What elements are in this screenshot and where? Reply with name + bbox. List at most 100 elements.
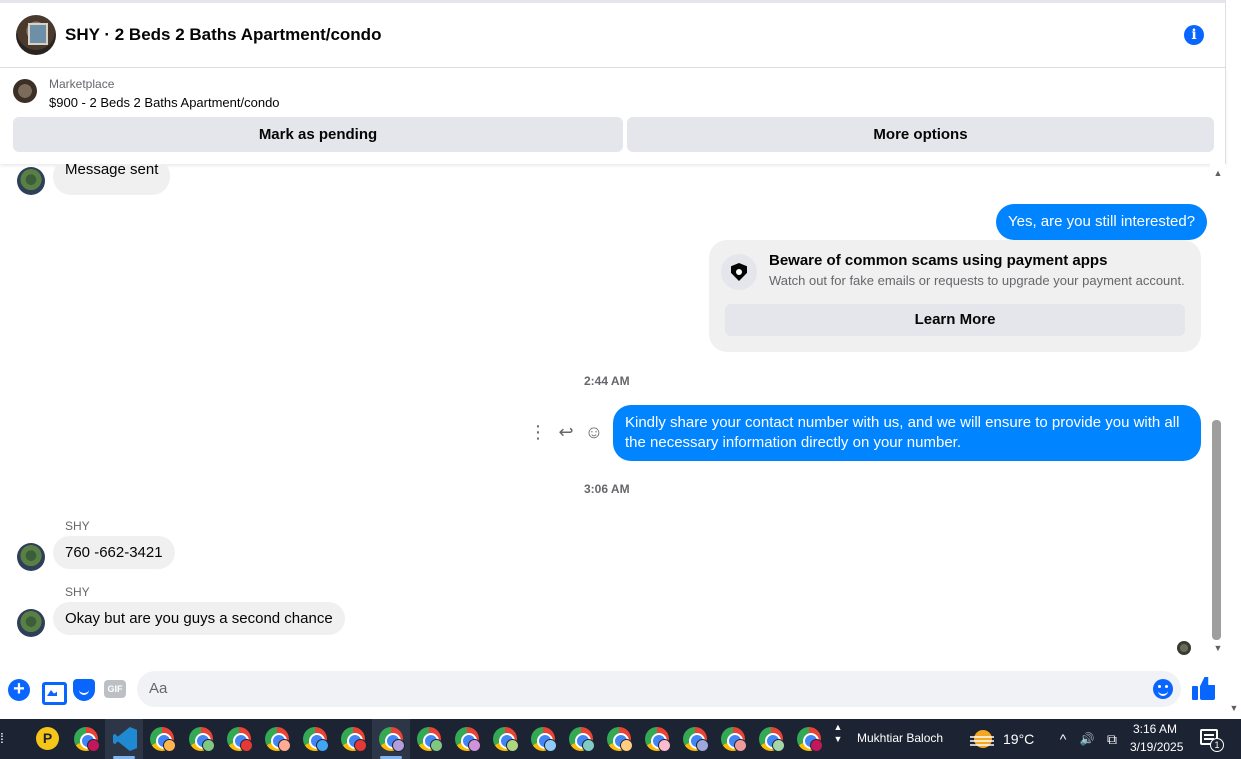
marketplace-label: Marketplace <box>49 77 115 91</box>
taskbar-app-yellow[interactable]: P <box>28 719 66 759</box>
profile-badge-icon <box>202 739 215 752</box>
taskbar-app-chrome[interactable] <box>258 719 296 759</box>
message-bubble-outgoing: Yes, are you still interested? <box>996 204 1208 240</box>
task-view-icon[interactable]: ⁞ <box>0 730 8 748</box>
profile-badge-icon <box>278 739 291 752</box>
seen-indicator-avatar <box>1177 641 1191 655</box>
profile-badge-icon <box>430 739 443 752</box>
profile-badge-icon <box>810 739 823 752</box>
scrollbar-thumb[interactable] <box>1212 420 1221 640</box>
scroll-up-arrow-icon[interactable]: ▲ <box>1212 168 1224 178</box>
avatar[interactable] <box>17 167 45 195</box>
taskbar-app-chrome[interactable] <box>410 719 448 759</box>
more-options-button[interactable]: More options <box>627 117 1214 152</box>
volume-icon[interactable]: 🔊 <box>1077 729 1097 749</box>
taskbar-app-chrome[interactable] <box>714 719 752 759</box>
message-input-placeholder: Aa <box>149 680 168 697</box>
message-bubble-outgoing: Kindly share your contact number with us… <box>613 405 1201 461</box>
messenger-window: SHY · 2 Beds 2 Baths Apartment/condo i M… <box>0 0 1241 759</box>
avatar[interactable] <box>17 543 45 571</box>
message-timestamp: 2:44 AM <box>584 374 630 388</box>
avatar[interactable] <box>17 609 45 637</box>
conversation-title[interactable]: SHY · 2 Beds 2 Baths Apartment/condo <box>65 25 381 45</box>
profile-badge-icon <box>506 739 519 752</box>
tray-chevron-icon[interactable]: ^ <box>1055 729 1071 749</box>
taskbar-app-chrome[interactable] <box>334 719 372 759</box>
taskbar-app-chrome[interactable] <box>143 719 181 759</box>
notification-count: 1 <box>1210 738 1224 752</box>
message-bubble-incoming: Okay but are you guys a second chance <box>53 602 345 635</box>
taskbar-app-chrome[interactable] <box>182 719 220 759</box>
taskbar-app-chrome[interactable] <box>372 719 410 759</box>
windows-taskbar: ⁞ P ▲ ▼ Mukhtiar Baloch 19°C ^ 🔊 ⧉ 3:16 A… <box>0 719 1241 759</box>
profile-badge-icon <box>620 739 633 752</box>
reply-icon[interactable]: ↩ <box>556 420 576 444</box>
taskbar-app-chrome[interactable] <box>448 719 486 759</box>
message-timestamp: 3:06 AM <box>584 482 630 496</box>
emoji-icon[interactable] <box>1153 679 1173 699</box>
plus-icon[interactable]: + <box>8 679 30 701</box>
message-bubble-incoming: 760 -662-3421 <box>53 536 175 569</box>
sender-name: SHY <box>65 585 90 599</box>
profile-badge-icon <box>240 739 253 752</box>
taskbar-app-chrome[interactable] <box>524 719 562 759</box>
profile-badge-icon <box>316 739 329 752</box>
taskbar-app-chrome[interactable] <box>67 719 105 759</box>
profile-badge-icon <box>468 739 481 752</box>
page-scroll-down-arrow-icon[interactable]: ▼ <box>1228 703 1240 713</box>
taskbar-app-chrome[interactable] <box>752 719 790 759</box>
weather-icon[interactable] <box>970 728 994 750</box>
profile-badge-icon <box>354 739 367 752</box>
temperature[interactable]: 19°C <box>1003 731 1034 747</box>
react-icon[interactable]: ☺ <box>584 420 604 444</box>
profile-badge-icon <box>87 739 100 752</box>
profile-badge-icon <box>163 739 176 752</box>
taskbar-app-chrome[interactable] <box>790 719 828 759</box>
thumbs-up-icon[interactable] <box>1192 677 1216 701</box>
clock-date[interactable]: 3/19/2025 <box>1130 740 1183 754</box>
message-composer: + GIF Aa <box>0 664 1226 716</box>
shield-icon <box>731 263 747 281</box>
vscode-icon <box>113 727 137 751</box>
taskbar-app-chrome[interactable] <box>638 719 676 759</box>
profile-badge-icon <box>734 739 747 752</box>
taskbar-overflow-icon[interactable]: ▲ ▼ <box>832 721 844 757</box>
gif-icon[interactable]: GIF <box>104 680 126 698</box>
marketplace-panel: Marketplace $900 - 2 Beds 2 Baths Apartm… <box>0 68 1226 164</box>
app-icon: P <box>36 727 59 750</box>
profile-badge-icon <box>582 739 595 752</box>
more-actions-icon[interactable]: ⋮ <box>528 420 548 444</box>
shield-icon-container <box>721 254 757 290</box>
taskbar-app-chrome[interactable] <box>600 719 638 759</box>
listing-thumbnail[interactable] <box>13 79 37 103</box>
taskbar-app-chrome[interactable] <box>220 719 258 759</box>
scam-warning-title: Beware of common scams using payment app… <box>769 252 1108 269</box>
profile-badge-icon <box>658 739 671 752</box>
sender-name: SHY <box>65 519 90 533</box>
scroll-down-arrow-icon[interactable]: ▼ <box>1212 643 1224 653</box>
scam-warning-card: Beware of common scams using payment app… <box>709 240 1201 352</box>
taskbar-app-chrome[interactable] <box>676 719 714 759</box>
clock-time[interactable]: 3:16 AM <box>1133 722 1177 736</box>
conversation-header: SHY · 2 Beds 2 Baths Apartment/condo i <box>0 0 1226 68</box>
profile-badge-icon <box>544 739 557 752</box>
taskbar-app-vscode[interactable] <box>105 719 143 759</box>
profile-badge-icon <box>392 739 405 752</box>
message-bubble-incoming: Message sent <box>53 164 171 195</box>
scam-warning-subtitle: Watch out for fake emails or requests to… <box>769 273 1185 288</box>
taskbar-user-name[interactable]: Mukhtiar Baloch <box>857 731 943 745</box>
taskbar-app-chrome[interactable] <box>296 719 334 759</box>
info-icon[interactable]: i <box>1184 25 1204 45</box>
mark-as-pending-button[interactable]: Mark as pending <box>13 117 623 152</box>
message-list: Message sent Yes, are you still interest… <box>0 164 1210 664</box>
taskbar-app-chrome[interactable] <box>562 719 600 759</box>
taskbar-app-chrome[interactable] <box>486 719 524 759</box>
message-input[interactable]: Aa <box>137 671 1181 707</box>
profile-badge-icon <box>696 739 709 752</box>
sticker-icon[interactable] <box>73 679 95 701</box>
meet-now-icon[interactable]: ⧉ <box>1103 729 1121 749</box>
listing-avatar[interactable] <box>16 15 56 55</box>
learn-more-button[interactable]: Learn More <box>725 304 1185 336</box>
listing-summary[interactable]: $900 - 2 Beds 2 Baths Apartment/condo <box>49 95 280 110</box>
photo-icon[interactable] <box>41 679 67 705</box>
